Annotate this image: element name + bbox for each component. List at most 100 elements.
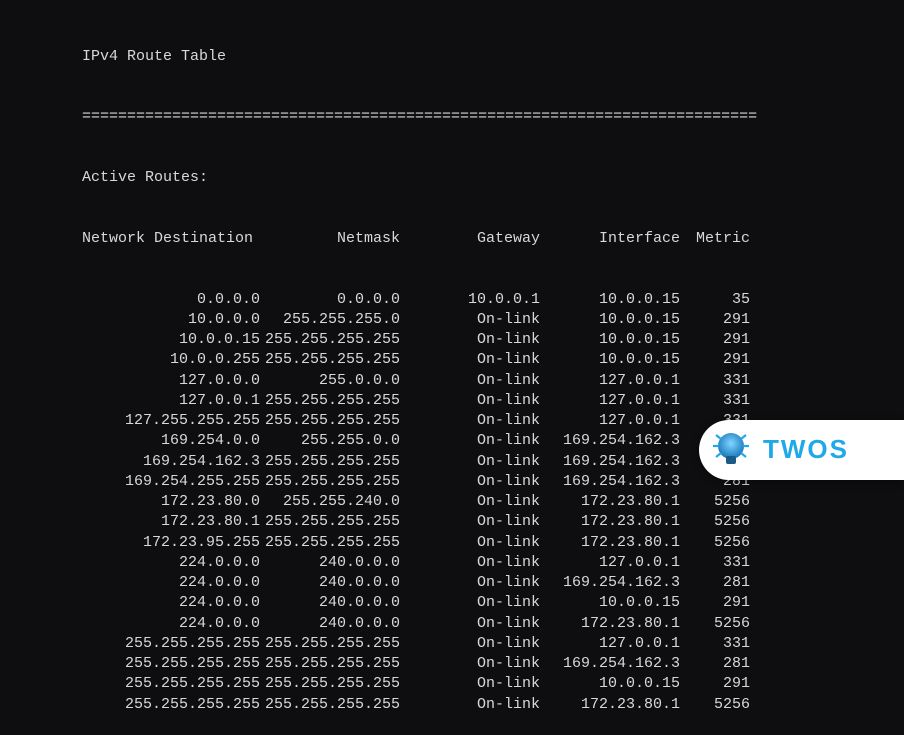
table-row: 224.0.0.0240.0.0.0On-link169.254.162.328… bbox=[4, 573, 904, 593]
cell-netmask: 255.0.0.0 bbox=[260, 371, 400, 391]
table-row: 224.0.0.0240.0.0.0On-link127.0.0.1331 bbox=[4, 553, 904, 573]
cell-metric: 291 bbox=[680, 330, 750, 350]
cell-interface: 10.0.0.15 bbox=[540, 290, 680, 310]
watermark-badge: TWOS bbox=[699, 420, 904, 480]
cell-netmask: 240.0.0.0 bbox=[260, 593, 400, 613]
cell-interface: 10.0.0.15 bbox=[540, 350, 680, 370]
cell-interface: 169.254.162.3 bbox=[540, 472, 680, 492]
cell-destination: 172.23.80.1 bbox=[4, 512, 260, 532]
table-row: 10.0.0.255255.255.255.255On-link10.0.0.1… bbox=[4, 350, 904, 370]
cell-destination: 10.0.0.0 bbox=[4, 310, 260, 330]
cell-netmask: 240.0.0.0 bbox=[260, 553, 400, 573]
cell-destination: 127.0.0.0 bbox=[4, 371, 260, 391]
cell-netmask: 255.255.255.255 bbox=[260, 654, 400, 674]
cell-metric: 5256 bbox=[680, 695, 750, 715]
cell-destination: 224.0.0.0 bbox=[4, 614, 260, 634]
table-row: 172.23.80.0255.255.240.0On-link172.23.80… bbox=[4, 492, 904, 512]
cell-destination: 172.23.95.255 bbox=[4, 533, 260, 553]
cell-interface: 172.23.80.1 bbox=[540, 614, 680, 634]
cell-netmask: 255.255.255.255 bbox=[260, 472, 400, 492]
table-row: 0.0.0.00.0.0.010.0.0.110.0.0.1535 bbox=[4, 290, 904, 310]
cell-gateway: On-link bbox=[400, 492, 540, 512]
table-row: 127.0.0.1255.255.255.255On-link127.0.0.1… bbox=[4, 391, 904, 411]
cell-destination: 0.0.0.0 bbox=[4, 290, 260, 310]
cell-netmask: 255.255.255.255 bbox=[260, 391, 400, 411]
watermark-text: TWOS bbox=[763, 432, 849, 467]
cell-gateway: On-link bbox=[400, 350, 540, 370]
table-row: 172.23.80.1255.255.255.255On-link172.23.… bbox=[4, 512, 904, 532]
cell-gateway: On-link bbox=[400, 512, 540, 532]
cell-destination: 255.255.255.255 bbox=[4, 634, 260, 654]
cell-metric: 5256 bbox=[680, 512, 750, 532]
col-interface: Interface bbox=[540, 229, 680, 249]
cell-interface: 10.0.0.15 bbox=[540, 330, 680, 350]
cell-destination: 224.0.0.0 bbox=[4, 573, 260, 593]
cell-metric: 331 bbox=[680, 371, 750, 391]
cell-interface: 172.23.80.1 bbox=[540, 695, 680, 715]
cell-netmask: 255.255.255.255 bbox=[260, 411, 400, 431]
cell-interface: 127.0.0.1 bbox=[540, 391, 680, 411]
cell-interface: 127.0.0.1 bbox=[540, 553, 680, 573]
cell-destination: 255.255.255.255 bbox=[4, 654, 260, 674]
cell-gateway: On-link bbox=[400, 411, 540, 431]
cell-gateway: On-link bbox=[400, 614, 540, 634]
table-row: 10.0.0.0255.255.255.0On-link10.0.0.15291 bbox=[4, 310, 904, 330]
cell-gateway: On-link bbox=[400, 452, 540, 472]
cell-netmask: 255.255.0.0 bbox=[260, 431, 400, 451]
cell-interface: 10.0.0.15 bbox=[540, 674, 680, 694]
cell-netmask: 255.255.255.255 bbox=[260, 452, 400, 472]
cell-interface: 169.254.162.3 bbox=[540, 573, 680, 593]
cell-destination: 127.0.0.1 bbox=[4, 391, 260, 411]
table-row: 255.255.255.255255.255.255.255On-link169… bbox=[4, 654, 904, 674]
bulb-icon bbox=[709, 428, 753, 472]
cell-netmask: 255.255.255.255 bbox=[260, 512, 400, 532]
cell-netmask: 240.0.0.0 bbox=[260, 573, 400, 593]
cell-netmask: 240.0.0.0 bbox=[260, 614, 400, 634]
table-row: 224.0.0.0240.0.0.0On-link172.23.80.15256 bbox=[4, 614, 904, 634]
cell-gateway: On-link bbox=[400, 654, 540, 674]
cell-gateway: On-link bbox=[400, 431, 540, 451]
route-table-title: IPv4 Route Table bbox=[4, 47, 904, 67]
cell-destination: 127.255.255.255 bbox=[4, 411, 260, 431]
cell-netmask: 255.255.240.0 bbox=[260, 492, 400, 512]
route-rows: 0.0.0.00.0.0.010.0.0.110.0.0.153510.0.0.… bbox=[4, 290, 904, 715]
table-row: 224.0.0.0240.0.0.0On-link10.0.0.15291 bbox=[4, 593, 904, 613]
cell-metric: 35 bbox=[680, 290, 750, 310]
col-netmask: Netmask bbox=[260, 229, 400, 249]
cell-gateway: On-link bbox=[400, 330, 540, 350]
cell-netmask: 255.255.255.255 bbox=[260, 350, 400, 370]
cell-destination: 169.254.255.255 bbox=[4, 472, 260, 492]
col-destination: Network Destination bbox=[4, 229, 260, 249]
cell-destination: 172.23.80.0 bbox=[4, 492, 260, 512]
cell-gateway: On-link bbox=[400, 391, 540, 411]
cell-metric: 281 bbox=[680, 654, 750, 674]
cell-destination: 255.255.255.255 bbox=[4, 695, 260, 715]
col-metric: Metric bbox=[680, 229, 750, 249]
cell-metric: 281 bbox=[680, 573, 750, 593]
cell-gateway: On-link bbox=[400, 371, 540, 391]
cell-interface: 172.23.80.1 bbox=[540, 492, 680, 512]
cell-netmask: 255.255.255.255 bbox=[260, 330, 400, 350]
cell-gateway: On-link bbox=[400, 553, 540, 573]
table-row: 172.23.95.255255.255.255.255On-link172.2… bbox=[4, 533, 904, 553]
cell-metric: 5256 bbox=[680, 492, 750, 512]
cell-gateway: On-link bbox=[400, 593, 540, 613]
cell-destination: 224.0.0.0 bbox=[4, 593, 260, 613]
cell-netmask: 255.255.255.255 bbox=[260, 674, 400, 694]
table-row: 255.255.255.255255.255.255.255On-link10.… bbox=[4, 674, 904, 694]
cell-interface: 172.23.80.1 bbox=[540, 533, 680, 553]
cell-interface: 127.0.0.1 bbox=[540, 634, 680, 654]
cell-netmask: 255.255.255.255 bbox=[260, 533, 400, 553]
cell-metric: 291 bbox=[680, 310, 750, 330]
separator-line: ========================================… bbox=[4, 107, 904, 127]
cell-gateway: On-link bbox=[400, 573, 540, 593]
table-row: 10.0.0.15255.255.255.255On-link10.0.0.15… bbox=[4, 330, 904, 350]
cell-gateway: 10.0.0.1 bbox=[400, 290, 540, 310]
cell-destination: 224.0.0.0 bbox=[4, 553, 260, 573]
cell-metric: 331 bbox=[680, 553, 750, 573]
cell-interface: 127.0.0.1 bbox=[540, 371, 680, 391]
col-gateway: Gateway bbox=[400, 229, 540, 249]
cell-interface: 169.254.162.3 bbox=[540, 654, 680, 674]
cell-destination: 10.0.0.255 bbox=[4, 350, 260, 370]
cell-interface: 169.254.162.3 bbox=[540, 452, 680, 472]
